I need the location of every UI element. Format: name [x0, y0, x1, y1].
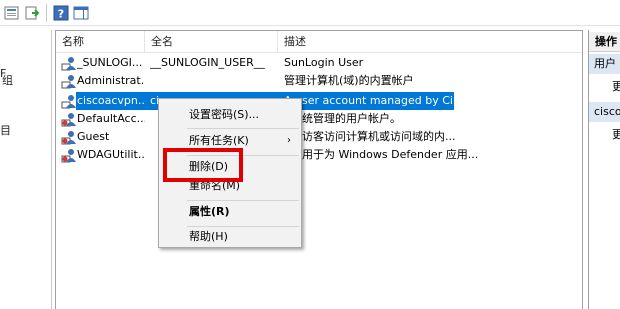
help-icon[interactable]: ?	[52, 4, 70, 22]
menu-separator	[187, 128, 299, 129]
user-name: _SUNLOGI...	[77, 56, 143, 69]
list-header: 名称 全名 描述	[56, 31, 582, 53]
actions-section-selected-user[interactable]: cisco	[589, 102, 620, 122]
user-description: 用于为 Windows Defender 应用...	[302, 148, 479, 161]
menu-item-properties[interactable]: 属性(R)	[159, 201, 301, 223]
submenu-arrow-icon: ›	[287, 135, 291, 146]
users-list[interactable]: 名称 全名 描述 _SUNLOGI... __SUNLOGIN_USER__ S…	[55, 30, 583, 309]
user-description: 管理计算机(域)的内置帐户	[284, 74, 414, 87]
column-header-name[interactable]: 名称	[56, 31, 145, 53]
user-description: 统管理的用户帐户。	[302, 112, 401, 125]
table-row[interactable]: Administrat... 管理计算机(域)的内置帐户	[56, 72, 582, 90]
show-hide-action-pane-icon[interactable]	[72, 4, 90, 22]
properties-icon[interactable]	[3, 4, 21, 22]
export-list-icon[interactable]	[24, 4, 42, 22]
lusrmgr-window: ? F 组 目 名称 全名 描述 _SUNLOGI... __SUNLOGIN_…	[0, 0, 620, 309]
user-fullname: __SUNLOGIN_USER__	[150, 56, 265, 69]
user-description: SunLogin User	[284, 56, 364, 69]
tree-fragment[interactable]: 组	[2, 72, 13, 88]
user-name: Guest	[77, 130, 110, 143]
table-row[interactable]: _SUNLOGI... __SUNLOGIN_USER__ SunLogin U…	[56, 54, 582, 72]
user-icon	[61, 73, 77, 89]
user-icon	[61, 129, 77, 145]
user-icon	[61, 147, 77, 163]
actions-section-users[interactable]: 用户	[589, 54, 620, 74]
actions-more-users[interactable]: 更	[612, 78, 620, 94]
user-description: 访客访问计算机或访问域的内...	[302, 130, 456, 143]
console-tree[interactable]: F 组 目	[0, 30, 52, 309]
user-description: A user account managed by Ci...	[284, 94, 454, 107]
column-header-fullname[interactable]: 全名	[145, 31, 278, 53]
user-name: Administrat...	[77, 74, 145, 87]
tree-fragment[interactable]: 目	[0, 122, 11, 138]
table-row[interactable]: DefaultAcc... 统管理的用户帐户。	[56, 110, 582, 128]
user-name: WDAGUtilit...	[77, 148, 145, 161]
table-row[interactable]: WDAGUtilit... 用于为 Windows Defender 应用...	[56, 146, 582, 164]
user-fullname	[150, 72, 278, 90]
user-name: ciscoacvpn...	[77, 94, 145, 107]
annotation-highlight-box	[163, 148, 243, 182]
toolbar: ?	[0, 0, 620, 26]
column-header-description[interactable]: 描述	[278, 31, 582, 53]
user-icon	[61, 55, 77, 71]
table-row[interactable]: Guest 访客访问计算机或访问域的内...	[56, 128, 582, 146]
menu-item-set-password[interactable]: 设置密码(S)...	[159, 104, 301, 126]
menu-item-label: 所有任务(K)	[189, 134, 249, 147]
actions-header: 操作	[589, 32, 620, 52]
menu-item-help[interactable]: 帮助(H)	[159, 226, 301, 248]
actions-more-selected[interactable]: 更	[612, 126, 620, 142]
user-icon	[61, 93, 77, 109]
toolbar-separator	[46, 4, 47, 22]
user-icon	[61, 111, 77, 127]
svg-text:?: ?	[58, 8, 64, 21]
table-row-selected[interactable]: ciscoacvpn... ciscoacvpnuser A user acco…	[56, 92, 582, 110]
actions-pane: 操作 用户 更 cisco 更	[588, 30, 620, 309]
user-name: DefaultAcc...	[77, 112, 145, 125]
